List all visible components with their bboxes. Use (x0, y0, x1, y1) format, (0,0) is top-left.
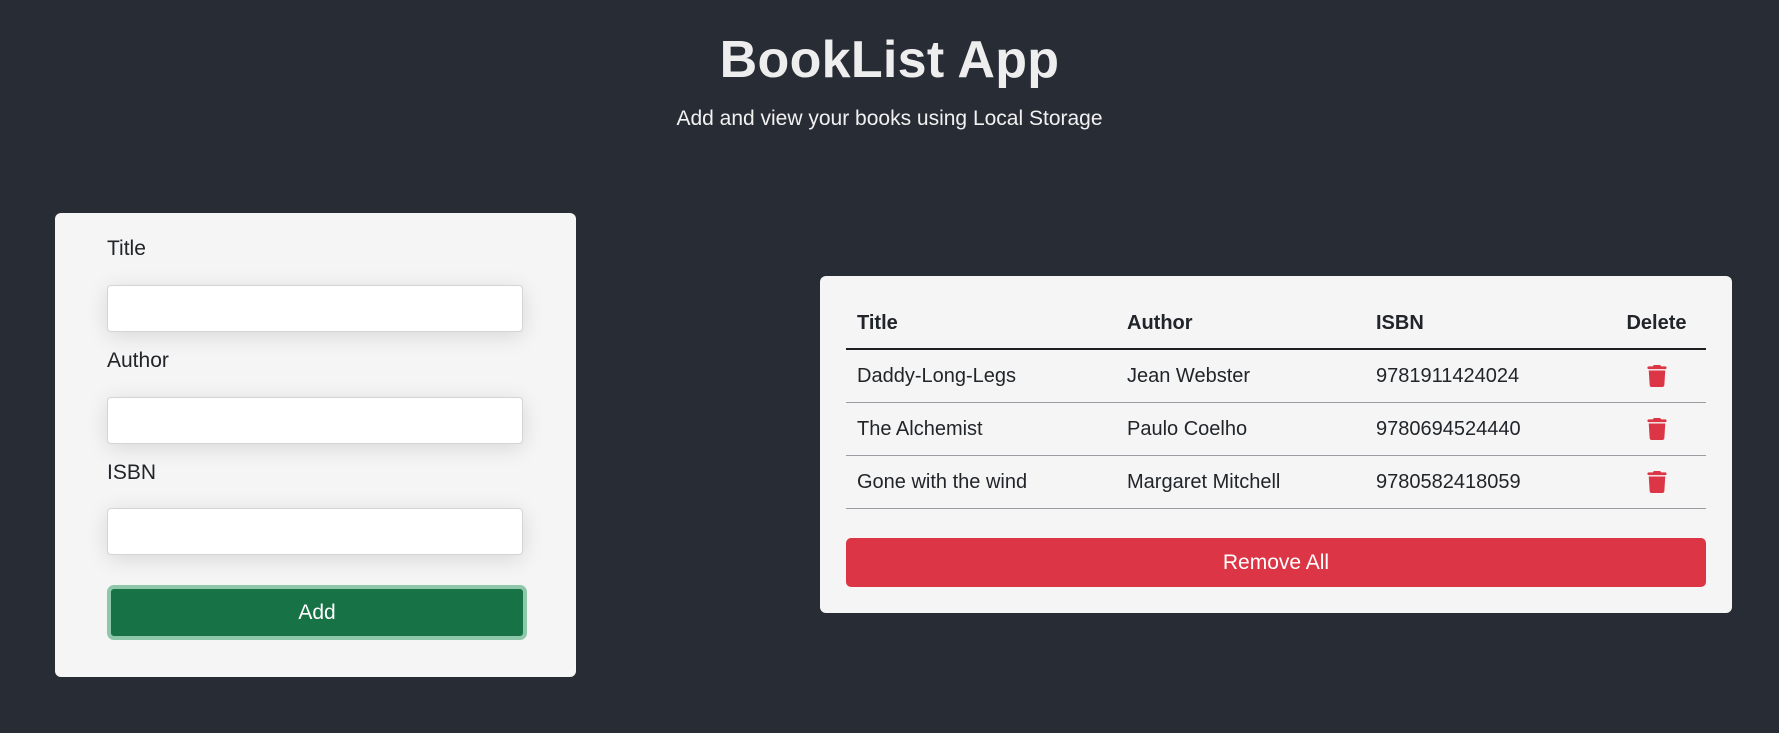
book-title-cell: Gone with the wind (846, 455, 1116, 509)
column-header-title: Title (846, 298, 1116, 350)
book-isbn-cell: 9780694524440 (1365, 402, 1607, 456)
author-input[interactable] (107, 397, 523, 444)
trash-icon[interactable] (1646, 365, 1667, 388)
delete-cell (1607, 455, 1706, 509)
table-row: Gone with the wind Margaret Mitchell 97805… (846, 455, 1706, 509)
table-header-row: Title Author ISBN Delete (846, 298, 1706, 350)
book-table: Title Author ISBN Delete Daddy-Long-Legs… (846, 298, 1706, 509)
table-row: The Alchemist Paulo Coelho 9780694524440 (846, 402, 1706, 456)
trash-icon[interactable] (1646, 471, 1667, 494)
remove-all-button[interactable]: Remove All (846, 538, 1706, 587)
book-isbn-cell: 9780582418059 (1365, 455, 1607, 509)
book-list: Daddy-Long-Legs Jean Webster 9781911424024… (846, 349, 1706, 509)
table-row: Daddy-Long-Legs Jean Webster 9781911424024 (846, 349, 1706, 403)
add-button[interactable]: Add (107, 585, 527, 640)
title-input[interactable] (107, 285, 523, 332)
column-header-author: Author (1116, 298, 1365, 350)
book-author-cell: Jean Webster (1116, 349, 1365, 403)
title-label: Title (107, 237, 146, 260)
page-subtitle: Add and view your books using Local Stor… (676, 107, 1103, 130)
delete-cell (1607, 349, 1706, 403)
book-list-card: Title Author ISBN Delete Daddy-Long-Legs… (820, 276, 1732, 613)
book-author-cell: Paulo Coelho (1116, 402, 1365, 456)
author-label: Author (107, 349, 169, 372)
isbn-label: ISBN (107, 461, 157, 484)
book-title-cell: The Alchemist (846, 402, 1116, 456)
delete-cell (1607, 402, 1706, 456)
column-header-isbn: ISBN (1365, 298, 1607, 350)
isbn-input[interactable] (107, 508, 523, 555)
table-header: Title Author ISBN Delete (846, 298, 1706, 350)
add-book-form: Title Author ISBN Add (55, 213, 576, 677)
book-author-cell: Margaret Mitchell (1116, 455, 1365, 509)
trash-icon[interactable] (1646, 418, 1667, 441)
page-title: BookList App (719, 31, 1060, 89)
book-title-cell: Daddy-Long-Legs (846, 349, 1116, 403)
column-header-delete: Delete (1607, 298, 1706, 350)
book-isbn-cell: 9781911424024 (1365, 349, 1607, 403)
